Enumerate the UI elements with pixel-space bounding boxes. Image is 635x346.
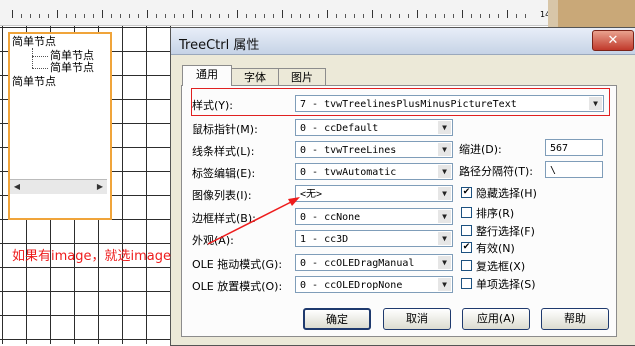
annotation-arrow-svg xyxy=(207,197,300,245)
annotation-arrow-line xyxy=(207,199,296,245)
annotation-text: 如果有image，就选image xyxy=(12,249,171,264)
tab-general[interactable]: 通用 xyxy=(182,65,232,86)
annotation-arrow-head xyxy=(288,197,300,206)
